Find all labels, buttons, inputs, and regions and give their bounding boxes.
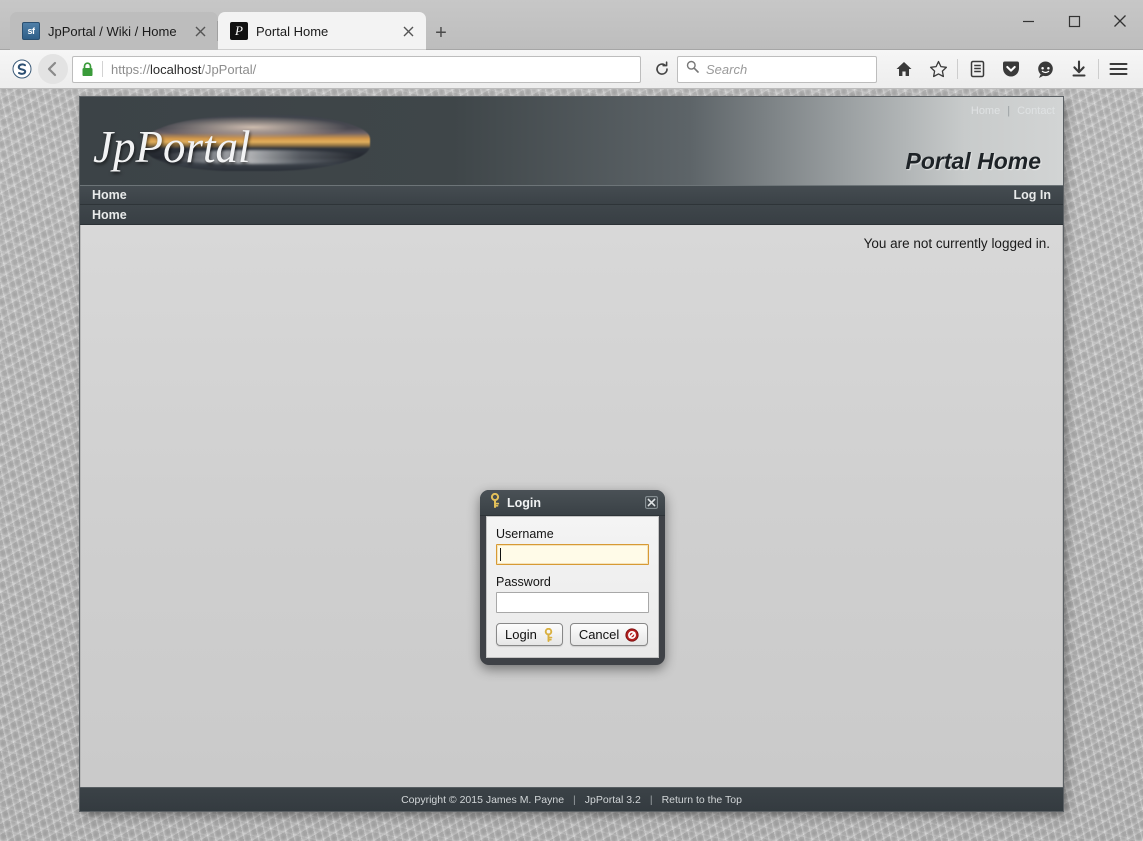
page-title: Portal Home: [906, 148, 1041, 175]
browser-navigation-toolbar: https://localhost/JpPortal/ Search: [0, 50, 1143, 89]
library-icon[interactable]: [960, 54, 994, 84]
login-dialog-body: Username Password Login: [486, 516, 659, 658]
url-path: /JpPortal/: [201, 62, 256, 77]
hamburger-menu-icon[interactable]: [1101, 54, 1135, 84]
toolbar-divider: [957, 59, 958, 79]
close-icon[interactable]: [643, 495, 659, 511]
browser-window: sf JpPortal / Wiki / Home P Portal Home …: [0, 0, 1143, 90]
nav-item-home[interactable]: Home: [92, 188, 127, 202]
key-icon: [489, 493, 501, 513]
login-dialog-buttons: Login Cancel: [496, 623, 649, 646]
footer-separator: |: [573, 794, 576, 806]
page-content: You are not currently logged in. Login: [80, 225, 1063, 787]
tab-title: JpPortal / Wiki / Home: [48, 24, 188, 39]
footer-version: JpPortal 3.2: [585, 794, 641, 806]
login-button-label: Login: [505, 627, 537, 642]
tab-portal-home[interactable]: P Portal Home: [218, 12, 426, 50]
nav-item-log-in[interactable]: Log In: [1014, 188, 1052, 202]
site-navigation-bar: Home Log In: [80, 185, 1063, 205]
toolbar-divider: [1098, 59, 1099, 79]
maximize-button[interactable]: [1051, 0, 1097, 42]
header-top-links: Home | Contact: [971, 105, 1055, 117]
close-button[interactable]: [1097, 0, 1143, 42]
password-label: Password: [496, 575, 649, 589]
login-button[interactable]: Login: [496, 623, 563, 646]
padlock-icon: [81, 62, 94, 77]
deny-icon: [625, 628, 639, 642]
site-header: Home | Contact JpPortal Portal Home: [80, 97, 1063, 185]
footer-separator: |: [650, 794, 653, 806]
tab-close-icon[interactable]: [188, 19, 212, 43]
new-tab-button[interactable]: +: [426, 16, 456, 50]
url-divider: [102, 61, 103, 77]
tab-close-icon[interactable]: [396, 19, 420, 43]
breadcrumb: Home: [80, 205, 1063, 225]
username-input[interactable]: [496, 544, 649, 565]
login-dialog-title: Login: [507, 496, 643, 510]
back-button[interactable]: [38, 54, 68, 84]
search-placeholder: Search: [706, 62, 747, 77]
sync-icon[interactable]: [8, 59, 36, 79]
site-footer: Copyright © 2015 James M. Payne | JpPort…: [80, 787, 1063, 811]
tab-title: Portal Home: [256, 24, 396, 39]
tab-strip: sf JpPortal / Wiki / Home P Portal Home …: [10, 12, 456, 50]
login-dialog: Login Username Password: [480, 490, 665, 665]
password-input[interactable]: [496, 592, 649, 613]
url-bar[interactable]: https://localhost/JpPortal/: [72, 56, 641, 83]
pocket-icon[interactable]: [994, 54, 1028, 84]
cancel-button[interactable]: Cancel: [570, 623, 648, 646]
chat-icon[interactable]: [1028, 54, 1062, 84]
url-host: localhost: [150, 62, 201, 77]
footer-copyright: Copyright © 2015 James M. Payne: [401, 794, 564, 806]
web-page: Home | Contact JpPortal Portal Home Home…: [80, 97, 1063, 811]
login-status-text: You are not currently logged in.: [864, 236, 1050, 251]
sourceforge-favicon: sf: [22, 22, 40, 40]
top-link-separator: |: [1007, 105, 1010, 117]
brand-name: JpPortal: [93, 121, 250, 173]
bookmark-star-icon[interactable]: [921, 54, 955, 84]
site-logo[interactable]: JpPortal: [93, 117, 393, 175]
key-icon: [543, 628, 554, 642]
url-scheme: https://: [111, 62, 150, 77]
minimize-button[interactable]: [1005, 0, 1051, 42]
reload-button[interactable]: [647, 56, 677, 83]
home-icon[interactable]: [887, 54, 921, 84]
top-link-home[interactable]: Home: [971, 105, 1000, 117]
window-controls: [1005, 0, 1143, 42]
downloads-icon[interactable]: [1062, 54, 1096, 84]
breadcrumb-item-home[interactable]: Home: [92, 208, 127, 222]
tab-jpportal-wiki-home[interactable]: sf JpPortal / Wiki / Home: [10, 12, 218, 50]
url-text: https://localhost/JpPortal/: [111, 62, 636, 77]
cancel-button-label: Cancel: [579, 627, 619, 642]
login-dialog-titlebar[interactable]: Login: [480, 490, 665, 516]
browser-titlebar: sf JpPortal / Wiki / Home P Portal Home …: [0, 0, 1143, 50]
username-label: Username: [496, 527, 649, 541]
text-caret: [500, 548, 501, 561]
toolbar-icons: [887, 54, 1135, 84]
footer-return-to-top-link[interactable]: Return to the Top: [662, 794, 742, 806]
search-input[interactable]: Search: [677, 56, 877, 83]
top-link-contact[interactable]: Contact: [1017, 105, 1055, 117]
portal-favicon: P: [230, 22, 248, 40]
search-icon: [686, 60, 699, 78]
